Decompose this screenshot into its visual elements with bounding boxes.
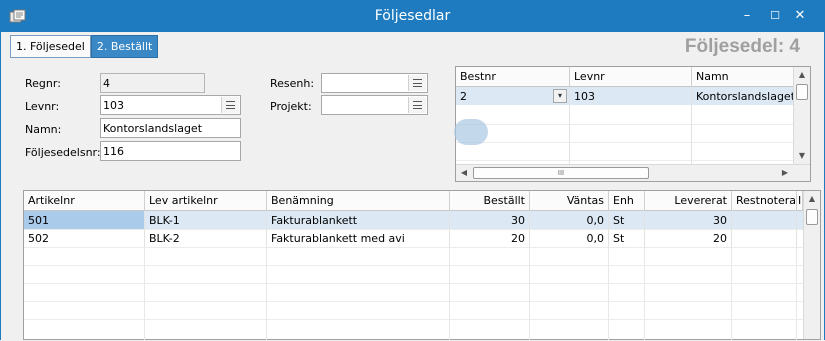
item-cell-restnoterat[interactable] — [732, 212, 797, 229]
item-cell-artikelnr[interactable]: 501 — [24, 212, 145, 229]
col-divider — [731, 247, 732, 341]
item-cell-vantas[interactable]: 0,0 — [530, 230, 609, 247]
col-header-lev-artikelnr[interactable]: Lev artikelnr — [145, 191, 267, 211]
scroll-down-icon[interactable]: ▼ — [794, 148, 810, 164]
list-icon — [413, 79, 422, 87]
col-divider — [569, 87, 570, 164]
items-grid: Artikelnr Lev artikelnr Benämning Bestäl… — [23, 190, 821, 341]
tab-strip: 1. Följesedel 2. Beställt — [10, 35, 159, 58]
col-header-vantas[interactable]: Väntas — [530, 191, 609, 211]
col-divider — [608, 247, 609, 341]
item-cell-restnoterat[interactable] — [732, 230, 797, 247]
chevron-down-icon[interactable]: ▾ — [553, 89, 567, 103]
col-divider — [266, 247, 267, 341]
col-header-restnoterat[interactable]: Restnoterat — [732, 191, 797, 211]
projekt-label: Projekt: — [270, 100, 312, 113]
regnr-label: Regnr: — [25, 77, 61, 90]
tab-bestallt[interactable]: 2. Beställt — [90, 35, 159, 58]
row-divider — [456, 142, 794, 143]
scroll-thumb[interactable] — [806, 209, 818, 225]
col-header-bestnr[interactable]: Bestnr — [456, 67, 570, 87]
regnr-field: 4 — [100, 73, 205, 93]
resenh-label: Resenh: — [270, 77, 315, 90]
tab-foljesedel[interactable]: 1. Följesedel — [10, 35, 91, 58]
levnr-lookup-button[interactable] — [221, 97, 239, 113]
window-title: Följesedlar — [374, 8, 451, 24]
foljesedelsnr-field[interactable]: 116 — [100, 141, 241, 161]
scroll-up-icon[interactable]: ▲ — [804, 191, 820, 207]
row-divider — [24, 265, 803, 266]
order-cell-namn[interactable]: Kontorslandslaget — [692, 88, 794, 105]
col-header-levererat[interactable]: Levererat — [645, 191, 732, 211]
scroll-right-icon[interactable]: ▶ — [777, 165, 793, 181]
col-header-namn[interactable]: Namn — [692, 67, 794, 87]
minimize-button[interactable]: – — [737, 6, 757, 26]
namn-field[interactable]: Kontorslandslaget — [100, 118, 241, 138]
col-header-benamning[interactable]: Benämning — [267, 191, 450, 211]
list-icon — [413, 101, 422, 109]
namn-value: Kontorslandslaget — [103, 122, 203, 135]
col-divider — [144, 247, 145, 341]
foljesedelsnr-label: Följesedelsnr: — [25, 146, 101, 159]
row-divider — [24, 229, 803, 230]
projekt-field[interactable] — [321, 95, 428, 115]
scroll-left-icon[interactable]: ◀ — [456, 165, 472, 181]
item-cell-vantas[interactable]: 0,0 — [530, 212, 609, 229]
item-cell-enh[interactable]: St — [609, 212, 645, 229]
items-grid-vscrollbar[interactable]: ▲ — [803, 191, 820, 339]
namn-label: Namn: — [25, 123, 62, 136]
document-title: Följesedel: 4 — [684, 36, 800, 57]
order-grid: Bestnr Levnr Namn 2 ▾ 103 Kontorslandsla… — [455, 66, 811, 182]
maximize-button[interactable]: ☐ — [765, 6, 785, 26]
projekt-lookup-button[interactable] — [408, 97, 426, 113]
row-divider — [24, 283, 803, 284]
window-client: 1. Följesedel 2. Beställt Följesedel: 4 … — [0, 32, 825, 341]
col-divider — [691, 87, 692, 164]
col-header-levnr[interactable]: Levnr — [570, 67, 692, 87]
hscroll-thumb[interactable]: III — [473, 167, 649, 179]
order-cell-levnr[interactable]: 103 — [570, 88, 692, 105]
row-divider — [24, 247, 803, 248]
levnr-value: 103 — [103, 99, 124, 112]
levnr-label: Levnr: — [25, 100, 60, 113]
cursor-highlight — [454, 119, 488, 145]
row-divider — [456, 160, 794, 161]
scroll-thumb[interactable] — [796, 84, 808, 100]
title-bar: Följesedlar – ☐ ✕ — [0, 0, 825, 32]
col-header-enh[interactable]: Enh — [609, 191, 645, 211]
resenh-lookup-button[interactable] — [408, 75, 426, 91]
item-cell-enh[interactable]: St — [609, 230, 645, 247]
foljesedelsnr-value: 116 — [103, 145, 124, 158]
col-divider — [449, 247, 450, 341]
list-icon — [226, 101, 235, 109]
col-divider — [796, 247, 797, 341]
item-cell-bestallt[interactable]: 20 — [450, 230, 530, 247]
order-grid-hscrollbar[interactable]: ◀ III ▶ — [456, 164, 810, 181]
close-button[interactable]: ✕ — [790, 6, 810, 26]
levnr-field[interactable]: 103 — [100, 95, 241, 115]
col-divider — [529, 247, 530, 341]
col-header-bestallt[interactable]: Beställt — [450, 191, 530, 211]
row-divider — [24, 301, 803, 302]
scroll-up-icon[interactable]: ▲ — [794, 67, 810, 83]
item-cell-lev-artikelnr[interactable]: BLK-2 — [145, 230, 267, 247]
row-divider — [456, 124, 794, 125]
item-cell-artikelnr[interactable]: 502 — [24, 230, 145, 247]
item-cell-levererat[interactable]: 20 — [645, 230, 732, 247]
item-cell-benamning[interactable]: Fakturablankett med avi — [267, 230, 450, 247]
item-cell-bestallt[interactable]: 30 — [450, 212, 530, 229]
regnr-value: 4 — [103, 77, 110, 90]
item-cell-lev-artikelnr[interactable]: BLK-1 — [145, 212, 267, 229]
col-divider — [644, 247, 645, 341]
order-grid-vscrollbar[interactable]: ▲ ▼ — [793, 67, 810, 164]
item-cell-levererat[interactable]: 30 — [645, 212, 732, 229]
item-cell-benamning[interactable]: Fakturablankett — [267, 212, 450, 229]
resenh-field[interactable] — [321, 73, 428, 93]
row-divider — [24, 319, 803, 320]
col-header-artikelnr[interactable]: Artikelnr — [24, 191, 145, 211]
